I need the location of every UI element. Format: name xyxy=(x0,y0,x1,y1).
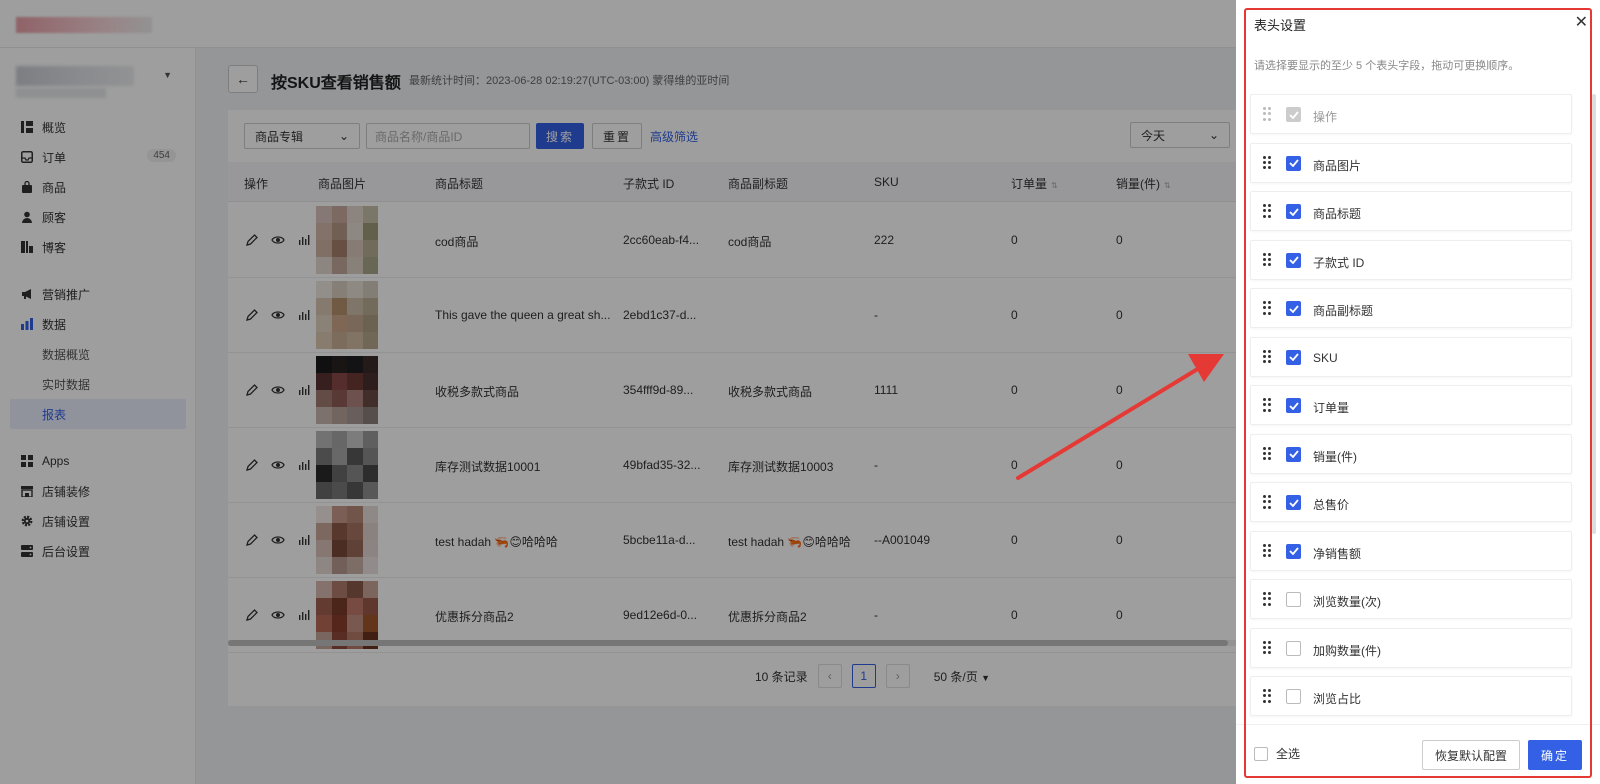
column-checkbox[interactable] xyxy=(1286,446,1301,462)
column-label: 操作 xyxy=(1313,110,1338,124)
drag-handle-icon[interactable] xyxy=(1263,349,1271,364)
column-item[interactable]: 商品副标题 xyxy=(1250,288,1572,328)
column-label: 浏览占比 xyxy=(1313,692,1362,706)
column-label: 净销售额 xyxy=(1313,546,1362,561)
drag-handle-icon[interactable] xyxy=(1263,204,1271,218)
drag-handle-icon[interactable] xyxy=(1263,592,1271,606)
drag-handle-icon[interactable] xyxy=(1263,107,1271,121)
column-item[interactable]: 浏览占比 xyxy=(1250,676,1572,716)
select-all-label: 全选 xyxy=(1276,747,1301,761)
drag-handle-icon[interactable] xyxy=(1263,543,1271,558)
column-label: 浏览数量(次) xyxy=(1313,595,1381,609)
drag-handle-icon[interactable] xyxy=(1263,446,1271,461)
column-checkbox[interactable] xyxy=(1286,204,1301,219)
drag-handle-icon[interactable] xyxy=(1263,689,1271,703)
column-item[interactable]: 销量(件) xyxy=(1250,433,1572,474)
drawer-title: 表头设置 xyxy=(1254,18,1307,33)
column-item[interactable]: 订单量 xyxy=(1250,385,1572,425)
column-label: 商品标题 xyxy=(1313,207,1362,221)
column-label: 商品副标题 xyxy=(1313,304,1374,318)
column-checkbox[interactable] xyxy=(1286,301,1301,316)
drag-handle-icon[interactable] xyxy=(1263,252,1271,267)
drag-handle-icon[interactable] xyxy=(1263,495,1271,509)
vertical-scrollbar[interactable] xyxy=(1592,94,1596,534)
column-item[interactable]: 加购数量(件) xyxy=(1250,627,1572,668)
column-checkbox[interactable] xyxy=(1286,689,1301,704)
select-all-checkbox[interactable]: 全选 xyxy=(1254,745,1300,762)
restore-default-button[interactable]: 恢复默认配置 xyxy=(1422,740,1520,770)
column-item[interactable]: 商品图片 xyxy=(1250,142,1572,183)
column-checkbox[interactable] xyxy=(1286,640,1301,656)
drag-handle-icon[interactable] xyxy=(1263,155,1271,170)
drawer-tip: 请选择要显示的至少 5 个表头字段，拖动可更换顺序。 xyxy=(1254,60,1520,72)
column-checkbox[interactable] xyxy=(1286,349,1301,365)
column-checkbox[interactable] xyxy=(1286,155,1301,171)
drag-handle-icon[interactable] xyxy=(1263,301,1271,315)
column-label: 总售价 xyxy=(1313,498,1350,512)
column-list: 操作商品图片商品标题子款式 ID 商品副标题 SKU 订单量销量(件) 总售价净销售额浏… xyxy=(1250,94,1572,725)
column-label: 加购数量(件) xyxy=(1313,643,1381,658)
drag-handle-icon[interactable] xyxy=(1263,640,1271,655)
drawer-footer: 全选 恢复默认配置 确定 xyxy=(1236,724,1600,784)
column-item[interactable]: 子款式 ID xyxy=(1250,239,1572,280)
drag-handle-icon[interactable] xyxy=(1263,398,1271,412)
close-icon[interactable]: ✕ xyxy=(1575,12,1588,32)
column-checkbox[interactable] xyxy=(1286,252,1301,268)
column-item[interactable]: 浏览数量(次) xyxy=(1250,579,1572,619)
column-checkbox[interactable] xyxy=(1286,592,1301,607)
column-item[interactable]: SKU xyxy=(1250,336,1572,377)
column-settings-drawer: 表头设置 ✕ 请选择要显示的至少 5 个表头字段，拖动可更换顺序。 操作商品图片… xyxy=(1236,0,1600,784)
column-item[interactable]: 总售价 xyxy=(1250,482,1572,522)
column-label: 订单量 xyxy=(1313,401,1350,415)
column-checkbox[interactable] xyxy=(1286,398,1301,413)
column-checkbox[interactable] xyxy=(1286,543,1301,559)
column-checkbox[interactable] xyxy=(1286,495,1301,510)
column-label: 子款式 ID xyxy=(1313,255,1365,270)
column-label: 商品图片 xyxy=(1313,158,1362,173)
checkbox-box xyxy=(1254,746,1268,761)
column-item[interactable]: 净销售额 xyxy=(1250,530,1572,571)
column-item[interactable]: 操作 xyxy=(1250,94,1572,134)
confirm-button[interactable]: 确定 xyxy=(1528,740,1582,770)
column-label: SKU xyxy=(1313,350,1338,365)
column-label: 销量(件) xyxy=(1313,449,1357,464)
column-item[interactable]: 商品标题 xyxy=(1250,191,1572,231)
column-checkbox xyxy=(1286,107,1301,122)
modal-overlay[interactable] xyxy=(0,0,1236,784)
